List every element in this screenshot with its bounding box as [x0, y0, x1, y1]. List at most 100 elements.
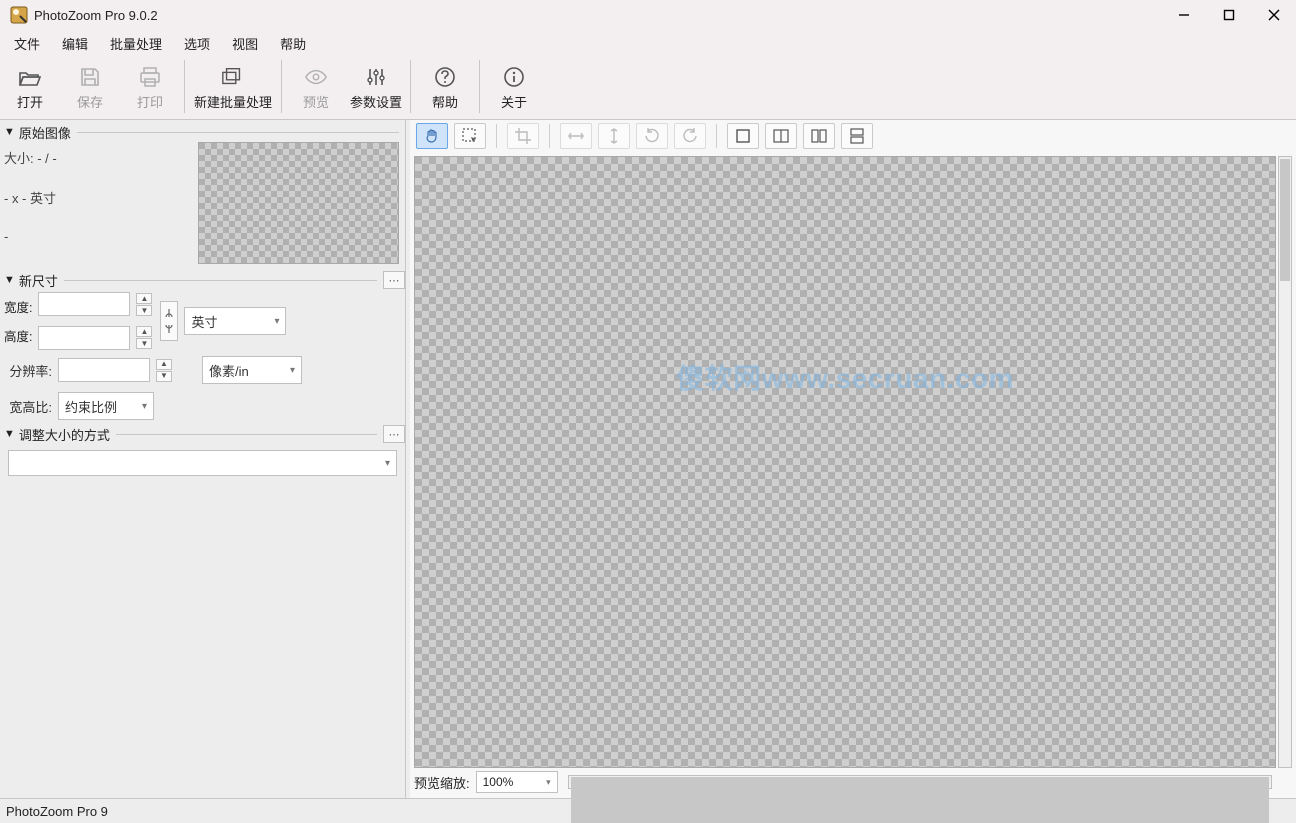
chevron-down-icon: ▾	[274, 316, 279, 327]
app-title: PhotoZoom Pro 9.0.2	[34, 8, 158, 23]
menu-file[interactable]: 文件	[4, 30, 50, 57]
zoom-label: 预览缩放:	[414, 773, 470, 792]
height-spin-down[interactable]: ▼	[136, 338, 152, 349]
width-input[interactable]	[38, 292, 130, 316]
resize-method-menu-button[interactable]: ⋯	[383, 425, 405, 443]
menu-edit[interactable]: 编辑	[52, 30, 98, 57]
toolbar-save-label: 保存	[77, 92, 103, 111]
aspect-select[interactable]: 约束比例 ▾	[58, 392, 154, 420]
zoom-value: 100%	[483, 775, 514, 789]
chevron-down-icon: ▾	[290, 365, 295, 376]
toolbar-new-batch-label: 新建批量处理	[194, 92, 272, 111]
resolution-spin-up[interactable]: ▲	[156, 359, 172, 370]
view-stacked[interactable]	[841, 123, 873, 149]
height-input[interactable]	[38, 326, 130, 350]
toolbar-print-label: 打印	[137, 92, 163, 111]
width-spin-down[interactable]: ▼	[136, 305, 152, 316]
width-spin-up[interactable]: ▲	[136, 293, 152, 304]
preview-panel: 傻软网www.secruan.com 预览缩放: 100% ▾	[410, 120, 1296, 798]
toolbar-params[interactable]: 参数设置	[346, 54, 406, 119]
section-original-title: 原始图像	[19, 123, 71, 142]
toolbar-sep	[410, 60, 411, 113]
unit-select[interactable]: 英寸▾	[184, 307, 286, 335]
disclosure-triangle-icon: ▼	[4, 274, 15, 286]
chevron-down-icon: ▾	[385, 458, 390, 469]
original-extra: -	[4, 226, 192, 248]
watermark-text: 傻软网www.secruan.com	[676, 357, 1014, 397]
original-dimensions: - x - 英寸	[4, 188, 192, 210]
view-single[interactable]	[727, 123, 759, 149]
resolution-spin-down[interactable]: ▼	[156, 371, 172, 382]
tool-flip-vertical[interactable]	[598, 123, 630, 149]
section-original-header[interactable]: ▼ 原始图像	[0, 122, 405, 142]
height-label: 高度:	[4, 326, 32, 345]
toolbar-sep	[479, 60, 480, 113]
section-resize-method-title: 调整大小的方式	[19, 425, 110, 444]
section-newsize-header[interactable]: ▼ 新尺寸 ⋯	[0, 270, 405, 290]
horizontal-scrollbar[interactable]	[568, 775, 1272, 789]
close-button[interactable]	[1251, 0, 1296, 30]
preview-canvas[interactable]: 傻软网www.secruan.com	[414, 156, 1276, 768]
height-spin-up[interactable]: ▲	[136, 326, 152, 337]
toolbar-help[interactable]: 帮助	[415, 54, 475, 119]
menu-bar: 文件 编辑 批量处理 选项 视图 帮助	[0, 30, 1296, 54]
toolbar-preview-label: 预览	[303, 92, 329, 111]
maximize-button[interactable]	[1206, 0, 1251, 30]
toolbar-new-batch[interactable]: 新建批量处理	[189, 54, 277, 119]
original-thumbnail	[198, 142, 399, 264]
aspect-label: 宽高比:	[4, 397, 52, 416]
newsize-menu-button[interactable]: ⋯	[383, 271, 405, 289]
info-icon	[502, 66, 526, 88]
resolution-input[interactable]	[58, 358, 150, 382]
section-resize-method-header[interactable]: ▼ 调整大小的方式 ⋯	[0, 424, 405, 444]
toolbar-open[interactable]: 打开	[0, 54, 60, 119]
minimize-button[interactable]	[1161, 0, 1206, 30]
main-toolbar: 打开 保存 打印 新建批量处理 预览 参数设置 帮助 关于	[0, 54, 1296, 120]
resolution-unit-select[interactable]: 像素/in ▾	[202, 356, 302, 384]
title-bar: PhotoZoom Pro 9.0.2	[0, 0, 1296, 30]
toolbar-print[interactable]: 打印	[120, 54, 180, 119]
toolbar-sep	[184, 60, 185, 113]
disclosure-triangle-icon: ▼	[4, 126, 15, 138]
resize-method-select[interactable]: ▾	[8, 450, 397, 476]
left-panel: ▼ 原始图像 大小: - / - - x - 英寸 - ▼ 新尺寸 ⋯ 宽度: …	[0, 120, 406, 798]
vertical-scrollbar[interactable]	[1278, 156, 1292, 768]
menu-help[interactable]: 帮助	[270, 30, 316, 57]
tool-select-area[interactable]	[454, 123, 486, 149]
disclosure-triangle-icon: ▼	[4, 428, 15, 440]
toolbar-save[interactable]: 保存	[60, 54, 120, 119]
view-side-by-side[interactable]	[803, 123, 835, 149]
status-app-name: PhotoZoom Pro 9	[6, 804, 108, 819]
folder-open-icon	[18, 66, 42, 88]
section-newsize-title: 新尺寸	[19, 271, 58, 290]
scrollbar-thumb[interactable]	[571, 777, 1269, 823]
tool-flip-horizontal[interactable]	[560, 123, 592, 149]
view-split-center[interactable]	[765, 123, 797, 149]
width-label: 宽度:	[4, 297, 32, 316]
resolution-unit-value: 像素/in	[209, 361, 249, 380]
chevron-down-icon: ▾	[142, 401, 147, 412]
print-icon	[138, 66, 162, 88]
menu-view[interactable]: 视图	[222, 30, 268, 57]
tool-rotate-right[interactable]	[674, 123, 706, 149]
toolbar-open-label: 打开	[17, 92, 43, 111]
toolbar-preview[interactable]: 预览	[286, 54, 346, 119]
link-aspect-button[interactable]	[160, 301, 178, 341]
tool-crop[interactable]	[507, 123, 539, 149]
tool-rotate-left[interactable]	[636, 123, 668, 149]
aspect-select-value: 约束比例	[65, 397, 117, 416]
toolbar-params-label: 参数设置	[350, 92, 402, 111]
original-size-label: 大小: - / -	[4, 148, 192, 170]
resolution-label: 分辨率:	[4, 361, 52, 380]
save-icon	[78, 66, 102, 88]
tool-pan[interactable]	[416, 123, 448, 149]
menu-batch[interactable]: 批量处理	[100, 30, 172, 57]
menu-options[interactable]: 选项	[174, 30, 220, 57]
scrollbar-thumb[interactable]	[1280, 159, 1290, 281]
zoom-select[interactable]: 100% ▾	[476, 771, 558, 793]
toolbar-help-label: 帮助	[432, 92, 458, 111]
help-icon	[433, 66, 457, 88]
batch-icon	[221, 66, 245, 88]
chevron-down-icon: ▾	[546, 777, 551, 788]
toolbar-about[interactable]: 关于	[484, 54, 544, 119]
